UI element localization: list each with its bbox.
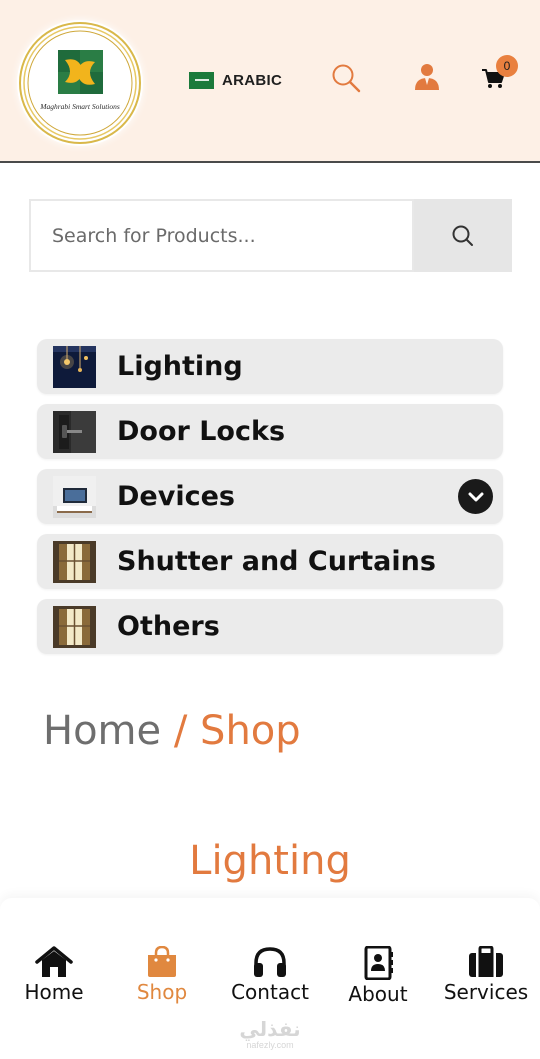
briefcase-icon: [469, 946, 503, 977]
curtains-thumbnail: [53, 541, 96, 583]
nav-label: Home: [24, 980, 84, 1004]
category-item-devices[interactable]: Devices: [37, 469, 503, 524]
door-lock-thumbnail: [53, 411, 96, 453]
product-search-box: [29, 199, 414, 272]
cart-count-badge: 0: [496, 55, 518, 77]
app-header: Maghrabi Smart Solutions ARABIC 0: [0, 0, 540, 163]
language-switcher[interactable]: ARABIC: [189, 70, 282, 90]
breadcrumb-separator: /: [173, 708, 188, 754]
devices-thumbnail: [53, 476, 96, 518]
shopping-bag-icon: [148, 946, 176, 977]
search-icon: [452, 225, 473, 246]
logo-ring-graphic: [19, 22, 141, 144]
curtains-thumbnail: [53, 606, 96, 648]
nav-label: Contact: [231, 980, 309, 1004]
contact-book-icon: [364, 946, 393, 980]
headphones-icon: [254, 947, 286, 977]
nav-label: About: [348, 982, 408, 1006]
category-item-lighting[interactable]: Lighting: [37, 339, 503, 394]
nav-item-about[interactable]: About: [324, 946, 432, 1006]
category-label: Devices: [117, 481, 235, 512]
expand-chevron-button[interactable]: [458, 479, 493, 514]
watermark-sub: nafezly.com: [246, 1040, 294, 1050]
category-item-others[interactable]: Others: [37, 599, 503, 654]
category-item-door-locks[interactable]: Door Locks: [37, 404, 503, 459]
category-label: Lighting: [117, 351, 243, 382]
watermark-main: نفذلي: [239, 1019, 301, 1041]
lighting-thumbnail: [53, 346, 96, 388]
category-item-shutter-and-curtains[interactable]: Shutter and Curtains: [37, 534, 503, 589]
brand-logo[interactable]: Maghrabi Smart Solutions: [17, 20, 143, 146]
logo-caption: Maghrabi Smart Solutions: [40, 102, 120, 111]
category-label: Door Locks: [117, 416, 286, 447]
nav-label: Shop: [136, 980, 188, 1004]
watermark: نفذلي nafezly.com: [0, 1020, 540, 1051]
nav-item-services[interactable]: Services: [432, 946, 540, 1004]
search-icon[interactable]: [331, 63, 361, 93]
breadcrumb-current: Shop: [200, 708, 301, 754]
section-title: Lighting: [189, 838, 351, 884]
saudi-flag-icon: [189, 71, 214, 89]
product-search-input[interactable]: [31, 201, 391, 270]
breadcrumb: Home / Shop: [43, 708, 301, 754]
language-label: ARABIC: [222, 71, 283, 89]
nav-item-home[interactable]: Home: [0, 946, 108, 1004]
chevron-down-icon: [468, 492, 483, 501]
user-icon[interactable]: [414, 63, 440, 91]
nav-item-contact[interactable]: Contact: [216, 946, 324, 1004]
category-label: Others: [117, 611, 220, 642]
home-icon: [35, 946, 73, 977]
category-list: Lighting Door Locks Devices Shutter and …: [37, 339, 503, 664]
nav-item-shop[interactable]: Shop: [108, 946, 216, 1004]
category-label: Shutter and Curtains: [117, 546, 436, 577]
nav-label: Services: [443, 980, 529, 1004]
search-submit-button[interactable]: [414, 199, 512, 272]
breadcrumb-home-link[interactable]: Home: [43, 708, 161, 754]
